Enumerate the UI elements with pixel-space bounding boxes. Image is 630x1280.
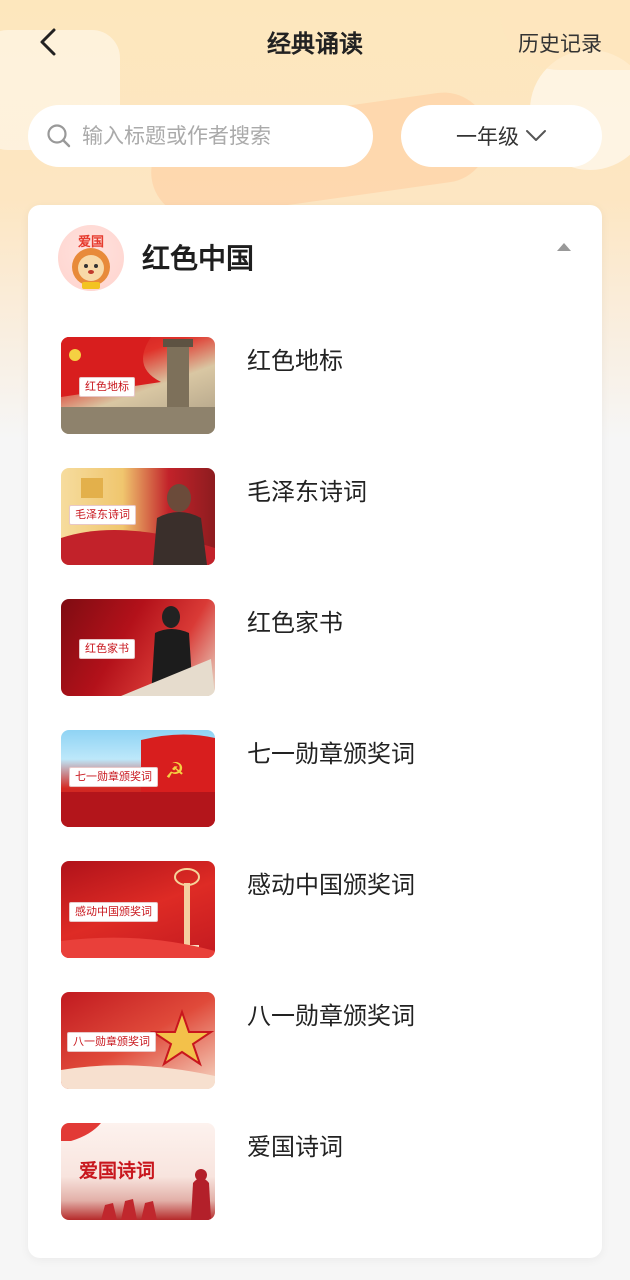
category-title: 红色中国	[142, 242, 255, 275]
thumbnail-label: 八一勋章颁奖词	[67, 1032, 156, 1052]
item-title: 七一勋章颁奖词	[247, 740, 415, 768]
thumbnail-label: 感动中国颁奖词	[69, 902, 158, 922]
item-list: 红色地标 红色地标 毛泽东诗词 毛泽东诗词 红色家书 红色家书 ☭ 七一勋章颁奖…	[61, 337, 581, 1254]
thumbnail-label: 毛泽东诗词	[69, 505, 136, 525]
item-thumbnail: 感动中国颁奖词	[61, 861, 215, 958]
svg-text:☭: ☭	[165, 759, 185, 784]
item-thumbnail: ☭ 七一勋章颁奖词	[61, 730, 215, 827]
list-item[interactable]: ☭ 七一勋章颁奖词 七一勋章颁奖词	[61, 730, 581, 861]
lion-mascot-icon	[72, 248, 110, 289]
history-button[interactable]: 历史记录	[518, 28, 602, 58]
category-card: 爱国 红色中国 红色地标 红色地标 毛泽东诗词 毛泽东诗词 红色家书 红色家书 …	[28, 205, 602, 1258]
thumbnail-label: 红色地标	[79, 377, 135, 397]
item-title: 红色地标	[247, 347, 343, 375]
item-thumbnail: 红色家书	[61, 599, 215, 696]
nav-bar: 经典诵读 历史记录	[0, 0, 630, 84]
search-box[interactable]	[28, 105, 373, 167]
grade-select-value: 一年级	[456, 125, 519, 149]
thumbnail-label: 七一勋章颁奖词	[69, 767, 158, 787]
item-title: 八一勋章颁奖词	[247, 1002, 415, 1030]
list-item[interactable]: 八一勋章颁奖词 八一勋章颁奖词	[61, 992, 581, 1123]
collapse-arrow-icon[interactable]	[556, 241, 572, 253]
list-item[interactable]: 爱国诗词 爱国诗词	[61, 1123, 581, 1254]
item-title: 红色家书	[247, 609, 343, 637]
item-title: 爱国诗词	[247, 1133, 343, 1161]
list-item[interactable]: 红色家书 红色家书	[61, 599, 581, 730]
list-item[interactable]: 毛泽东诗词 毛泽东诗词	[61, 468, 581, 599]
chevron-down-icon	[525, 129, 547, 143]
thumbnail-label: 红色家书	[79, 639, 135, 659]
grade-select[interactable]: 一年级	[401, 105, 602, 167]
item-thumbnail: 红色地标	[61, 337, 215, 434]
search-input[interactable]	[82, 124, 352, 148]
item-thumbnail: 毛泽东诗词	[61, 468, 215, 565]
list-item[interactable]: 感动中国颁奖词 感动中国颁奖词	[61, 861, 581, 992]
item-title: 毛泽东诗词	[247, 478, 367, 506]
category-header[interactable]: 爱国 红色中国	[28, 205, 602, 309]
list-item[interactable]: 红色地标 红色地标	[61, 337, 581, 468]
search-icon	[47, 124, 71, 148]
item-title: 感动中国颁奖词	[247, 871, 415, 899]
item-thumbnail: 爱国诗词	[61, 1123, 215, 1220]
category-avatar: 爱国	[58, 225, 124, 291]
thumbnail-label: 爱国诗词	[79, 1160, 156, 1182]
item-thumbnail: 八一勋章颁奖词	[61, 992, 215, 1089]
